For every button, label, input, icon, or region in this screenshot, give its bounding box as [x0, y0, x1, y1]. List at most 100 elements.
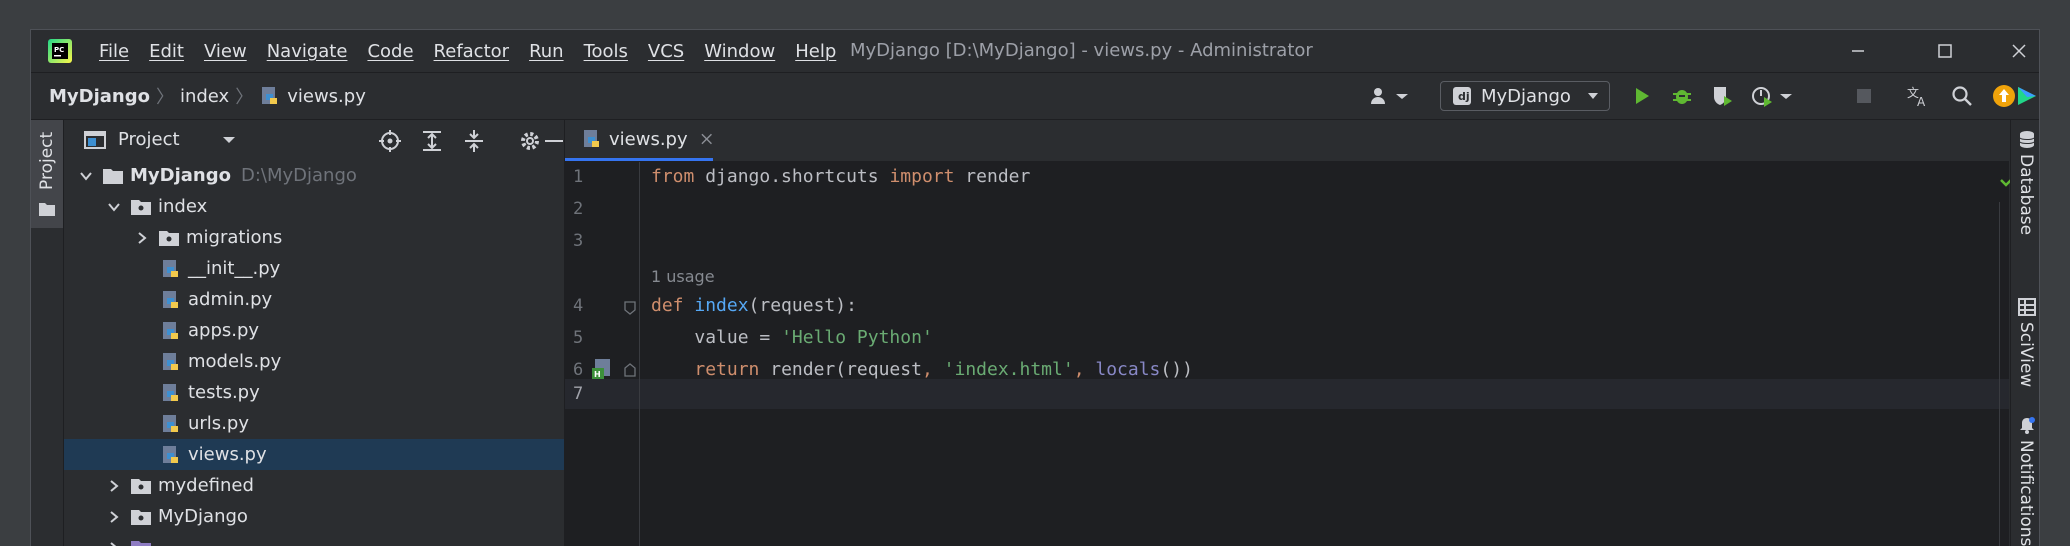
gutter [565, 162, 640, 546]
locate-file-icon[interactable] [377, 128, 403, 154]
tree-item-views-py[interactable]: views.py [64, 439, 564, 470]
tree-item-label: tests.py [188, 382, 260, 403]
svg-text:H: H [594, 370, 601, 379]
html-template-gutter-icon[interactable]: H [592, 358, 616, 380]
menu-file[interactable]: File [99, 41, 129, 62]
code-area[interactable]: 1 2 3 4 5 6 7 H from django.shortcuts im… [565, 162, 2018, 546]
hide-panel-icon[interactable] [544, 128, 564, 154]
minimize-icon[interactable] [1844, 38, 1872, 64]
maximize-icon[interactable] [1931, 38, 1959, 64]
project-panel-title[interactable]: Project [118, 129, 180, 150]
tree-item-apps-py[interactable]: apps.py [64, 315, 564, 346]
scrollbar-track[interactable] [1999, 202, 2000, 546]
bell-icon [2020, 417, 2035, 434]
module-name: django.shortcuts [694, 166, 890, 187]
close-window-icon[interactable] [2005, 38, 2033, 64]
editor: views.py 1 2 3 4 5 6 7 H from django.sho… [565, 120, 2019, 546]
stop-icon[interactable] [1852, 84, 1876, 108]
menu-code[interactable]: Code [367, 41, 413, 62]
chevron-right-icon[interactable] [106, 509, 122, 525]
usage-inlay-hint[interactable]: 1 usage [651, 267, 715, 286]
comma: , [921, 359, 944, 380]
collapse-all-icon[interactable] [461, 128, 487, 154]
close-tab-icon[interactable] [700, 132, 713, 146]
chevron-down-icon[interactable] [106, 199, 122, 215]
project-tool-label: Project [37, 131, 57, 190]
title-bar: PC File Edit View Navigate Code Refactor… [31, 30, 2039, 73]
tree-item-tests-py[interactable]: tests.py [64, 377, 564, 408]
menu-vcs[interactable]: VCS [648, 41, 684, 62]
chevron-right-icon[interactable] [106, 478, 122, 494]
database-tool-window-button[interactable]: Database [2011, 128, 2039, 238]
jetbrains-ai-icon[interactable] [2015, 84, 2039, 108]
menu-refactor[interactable]: Refactor [434, 41, 510, 62]
code-line-5: value = 'Hello Python' [651, 327, 932, 348]
line-number: 1 [573, 167, 584, 187]
profile-icon[interactable] [1750, 84, 1774, 108]
menu-window[interactable]: Window [704, 41, 775, 62]
chevron-down-icon[interactable] [1390, 84, 1414, 108]
pycharm-logo-icon[interactable]: PC [48, 39, 72, 63]
tree-item-mydjango-root[interactable]: MyDjango D:\MyDjango [64, 160, 564, 191]
line-number: 5 [573, 328, 584, 348]
python-file-icon [163, 383, 178, 401]
breadcrumb-folder[interactable]: index [180, 86, 229, 107]
navigation-bar: MyDjango 〉 index 〉 views.py dj MyDjango … [31, 73, 2039, 120]
python-file-icon [262, 87, 278, 104]
translate-icon[interactable]: 文A [1906, 84, 1930, 108]
notifications-tool-label: Notifications [2016, 440, 2036, 546]
tree-item-index[interactable]: index [64, 191, 564, 222]
chevron-down-icon[interactable] [220, 132, 238, 148]
package-folder-icon [159, 230, 179, 246]
tree-item-mydjango-package[interactable]: MyDjango [64, 501, 564, 532]
sciview-tool-window-button[interactable]: SciView [2011, 296, 2039, 388]
tree-item-mydefined[interactable]: mydefined [64, 470, 564, 501]
update-icon[interactable] [1992, 84, 2016, 108]
function-name: index [694, 295, 749, 316]
breadcrumb: MyDjango 〉 index 〉 views.py [49, 73, 366, 119]
python-file-icon [163, 414, 178, 432]
breadcrumb-root[interactable]: MyDjango [49, 86, 150, 107]
tree-item-models-py[interactable]: models.py [64, 346, 564, 377]
python-file-icon [163, 445, 178, 463]
menu-view[interactable]: View [204, 41, 247, 62]
svg-text:dj: dj [1458, 90, 1470, 103]
fold-end-icon[interactable] [623, 362, 637, 378]
tree-item-urls-py[interactable]: urls.py [64, 408, 564, 439]
python-file-icon [163, 290, 178, 308]
run-icon[interactable] [1630, 84, 1654, 108]
database-icon [2019, 131, 2035, 148]
menu-help[interactable]: Help [795, 41, 836, 62]
gear-icon[interactable] [517, 128, 543, 154]
run-configuration-label: MyDjango [1481, 85, 1571, 107]
search-icon[interactable] [1950, 84, 1974, 108]
tree-item-migrations[interactable]: migrations [64, 222, 564, 253]
logo-text: PC [54, 46, 64, 54]
menu-run[interactable]: Run [529, 41, 564, 62]
notifications-tool-window-button[interactable]: Notifications [2011, 414, 2039, 546]
debug-icon[interactable] [1670, 84, 1694, 108]
menu-tools[interactable]: Tools [584, 41, 628, 62]
sciview-tool-label: SciView [2016, 322, 2036, 388]
tree-item-init-py[interactable]: __init__.py [64, 253, 564, 284]
chevron-right-icon[interactable] [106, 540, 122, 546]
project-tool-window-button[interactable]: Project [31, 120, 63, 228]
string-literal: 'index.html' [943, 359, 1074, 380]
breadcrumb-file[interactable]: views.py [287, 86, 366, 107]
chevron-right-icon[interactable] [134, 230, 150, 246]
editor-tab-views-py[interactable]: views.py [565, 120, 713, 161]
chevron-down-icon[interactable] [78, 168, 94, 184]
coverage-icon[interactable] [1710, 84, 1734, 108]
project-window-icon [84, 131, 106, 149]
tree-item-partial[interactable] [64, 532, 564, 546]
tree-item-label: __init__.py [188, 258, 281, 279]
more-run-options-icon[interactable] [1774, 84, 1798, 108]
menu-navigate[interactable]: Navigate [267, 41, 348, 62]
run-configuration-selector[interactable]: dj MyDjango [1440, 81, 1610, 111]
project-panel-header: Project [64, 120, 564, 160]
tree-item-admin-py[interactable]: admin.py [64, 284, 564, 315]
breadcrumb-separator-icon: 〉 [235, 87, 254, 108]
fold-icon[interactable] [623, 300, 637, 316]
expand-all-icon[interactable] [419, 128, 445, 154]
menu-edit[interactable]: Edit [149, 41, 184, 62]
